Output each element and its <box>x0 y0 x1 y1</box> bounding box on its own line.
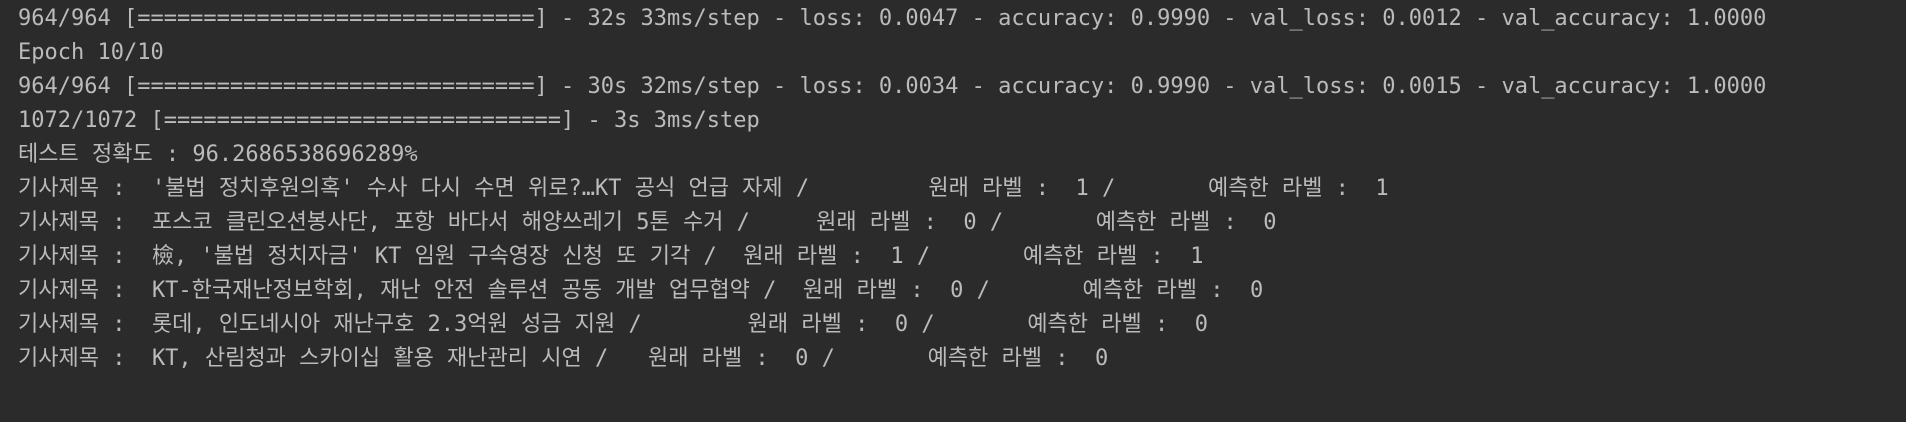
test-accuracy-line: 테스트 정확도 : 96.2686538696289% <box>18 142 418 167</box>
prediction-line: 기사제목 : KT, 산림청과 스카이십 활용 재난관리 시연 / 원래 라벨 … <box>18 346 1109 371</box>
prediction-line: 기사제목 : 포스코 클린오션봉사단, 포항 바다서 해양쓰레기 5톤 수거 /… <box>18 210 1277 235</box>
prediction-line: 기사제목 : KT-한국재난정보학회, 재난 안전 솔루션 공동 개발 업무협약… <box>18 278 1264 303</box>
prediction-line: 기사제목 : 檢, '불법 정치자금' KT 임원 구속영장 신청 또 기각 /… <box>18 244 1204 269</box>
training-log-line: 964/964 [==============================]… <box>18 74 1767 99</box>
prediction-line: 기사제목 : 롯데, 인도네시아 재난구호 2.3억원 성금 지원 / 원래 라… <box>18 312 1208 337</box>
evaluation-log-line: 1072/1072 [=============================… <box>18 108 760 133</box>
epoch-line: Epoch 10/10 <box>18 40 164 65</box>
console-output[interactable]: 964/964 [==============================]… <box>0 0 1906 422</box>
training-log-line: 964/964 [==============================]… <box>18 6 1767 31</box>
prediction-line: 기사제목 : '불법 정치후원의혹' 수사 다시 수면 위로?…KT 공식 언급… <box>18 176 1389 201</box>
